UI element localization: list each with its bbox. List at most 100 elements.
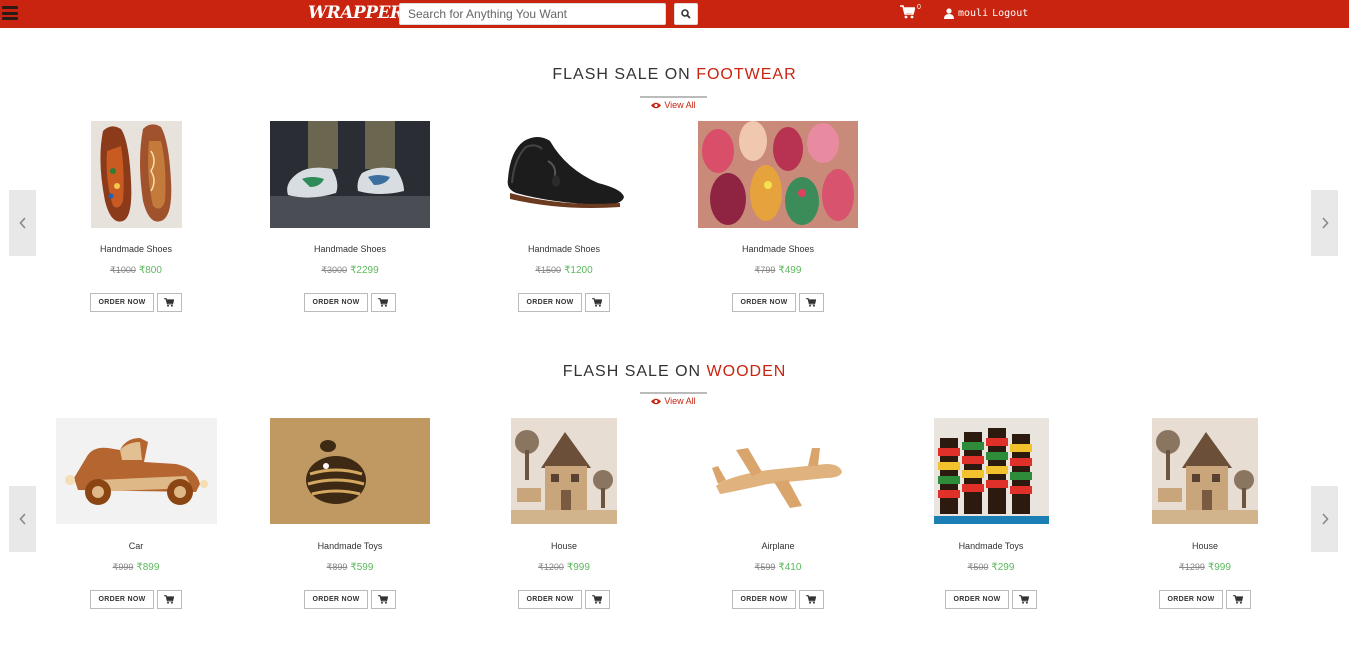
logout-link[interactable]: Logout [992,8,1028,19]
eye-icon [651,398,662,404]
product-price: ₹1500 ₹1200 [457,265,671,276]
product-actions: ORDER NOW [671,590,885,609]
old-price: ₹1500 [535,265,562,275]
user-icon [944,8,954,19]
username-link[interactable]: mouli [958,8,988,19]
add-to-cart-button[interactable] [156,590,182,609]
search-button[interactable] [674,3,698,25]
add-to-cart-button[interactable] [1011,590,1037,609]
product-name: Airplane [761,541,795,551]
add-to-cart-button[interactable] [798,590,824,609]
old-price: ₹3000 [321,265,348,275]
product-image[interactable] [708,418,848,524]
search-icon [681,9,691,19]
product-card: Airplane ₹599 ₹410 ORDER NOW [671,418,885,618]
new-price: ₹410 [778,562,802,573]
cart-icon [378,298,389,307]
product-price: ₹3000 ₹2299 [243,265,457,276]
cart-icon [1233,595,1244,604]
product-actions: ORDER NOW [243,293,457,312]
new-price: ₹999 [566,562,590,573]
product-name: Handmade Shoes [527,244,601,254]
add-to-cart-button[interactable] [584,293,610,312]
user-area: mouli Logout [944,8,1028,19]
order-now-button[interactable]: ORDER NOW [304,590,368,609]
product-image[interactable] [933,418,1049,524]
order-now-button[interactable]: ORDER NOW [945,590,1009,609]
new-price: ₹299 [991,562,1015,573]
product-price: ₹1299 ₹999 [1098,562,1312,573]
product-card: Handmade Shoes ₹1500 ₹1200 ORDER NOW [457,121,671,321]
order-now-button[interactable]: ORDER NOW [1159,590,1223,609]
product-image[interactable] [698,121,858,228]
product-image[interactable] [270,418,430,524]
product-name: Handmade Shoes [741,244,815,254]
order-now-button[interactable]: ORDER NOW [90,590,154,609]
order-now-button[interactable]: ORDER NOW [90,293,154,312]
carousel-next-footwear[interactable] [1311,190,1338,256]
title-divider [640,392,707,394]
old-price: ₹1299 [1179,562,1205,572]
cart-count: 0 [917,4,921,11]
cart-icon [1019,595,1030,604]
navbar: WRAPPERS 0 mouli Logout [0,0,1349,28]
product-price: ₹999 ₹899 [29,562,243,573]
cart-icon [592,298,603,307]
product-name: Car [128,541,144,551]
product-card: Handmade Toys ₹899 ₹599 ORDER NOW [243,418,457,618]
product-image[interactable] [90,121,182,228]
product-image[interactable] [511,418,617,524]
cart-icon [900,5,915,19]
product-card: Handmade Toys ₹500 ₹299 ORDER NOW [884,418,1098,618]
order-now-button[interactable]: ORDER NOW [304,293,368,312]
product-price: ₹899 ₹599 [243,562,457,573]
product-image[interactable] [1152,418,1258,524]
product-card: Handmade Shoes ₹799 ₹499 ORDER NOW [671,121,885,321]
product-image[interactable] [502,121,626,228]
add-to-cart-button[interactable] [798,293,824,312]
chevron-left-icon [18,513,26,525]
product-actions: ORDER NOW [29,293,243,312]
order-now-button[interactable]: ORDER NOW [518,590,582,609]
carousel-next-wooden[interactable] [1311,486,1338,552]
view-all-footwear-link[interactable]: View All [640,100,707,110]
product-actions: ORDER NOW [884,590,1098,609]
product-price: ₹500 ₹299 [884,562,1098,573]
product-actions: ORDER NOW [243,590,457,609]
add-to-cart-button[interactable] [370,590,396,609]
product-name: Handmade Shoes [99,244,173,254]
old-price: ₹899 [326,562,348,572]
chevron-left-icon [18,217,26,229]
old-price: ₹799 [754,265,776,275]
add-to-cart-button[interactable] [1225,590,1251,609]
add-to-cart-button[interactable] [584,590,610,609]
cart-link[interactable]: 0 [900,4,921,19]
add-to-cart-button[interactable] [370,293,396,312]
product-card: Handmade Shoes ₹1000 ₹800 ORDER NOW [29,121,243,321]
product-actions: ORDER NOW [1098,590,1312,609]
old-price: ₹599 [754,562,776,572]
new-price: ₹499 [778,265,802,276]
cart-icon [806,298,817,307]
new-price: ₹2299 [350,265,379,276]
order-now-button[interactable]: ORDER NOW [732,293,796,312]
menu-icon[interactable] [2,6,18,20]
view-all-wooden-link[interactable]: View All [640,396,707,406]
product-card: Handmade Shoes ₹3000 ₹2299 ORDER NOW [243,121,457,321]
new-price: ₹1200 [564,265,593,276]
product-name: Handmade Toys [317,541,383,551]
search-input[interactable] [399,3,666,25]
product-actions: ORDER NOW [29,590,243,609]
order-now-button[interactable]: ORDER NOW [518,293,582,312]
old-price: ₹500 [967,562,989,572]
add-to-cart-button[interactable] [156,293,182,312]
product-price: ₹1200 ₹999 [457,562,671,573]
product-image[interactable] [270,121,430,228]
product-image[interactable] [55,418,217,524]
order-now-button[interactable]: ORDER NOW [732,590,796,609]
product-price: ₹799 ₹499 [671,265,885,276]
section-title-wooden: FLASH SALE ON WOODEN [0,363,1349,381]
product-actions: ORDER NOW [457,590,671,609]
title-divider [640,96,707,98]
section-title-prefix: FLASH SALE ON [552,66,697,83]
